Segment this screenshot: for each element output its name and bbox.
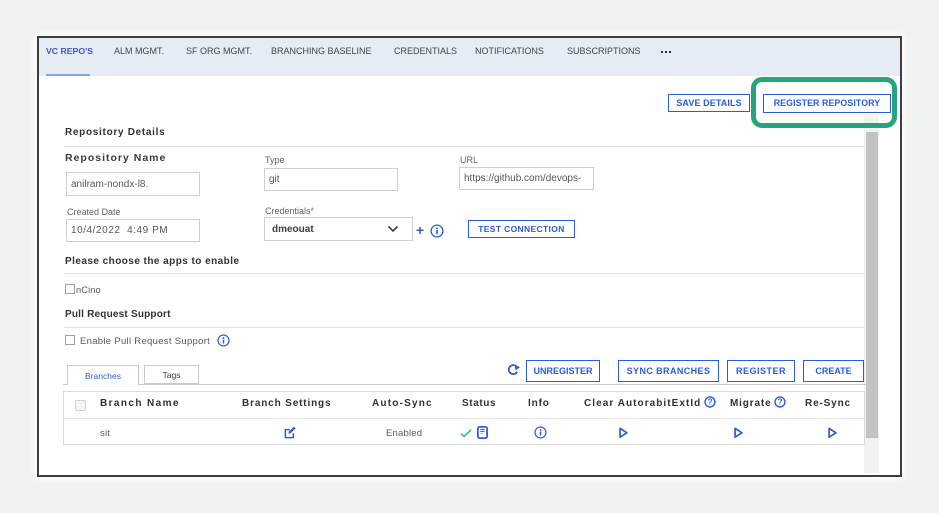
svg-text:?: ? [708,397,713,406]
svg-text:?: ? [778,397,783,406]
